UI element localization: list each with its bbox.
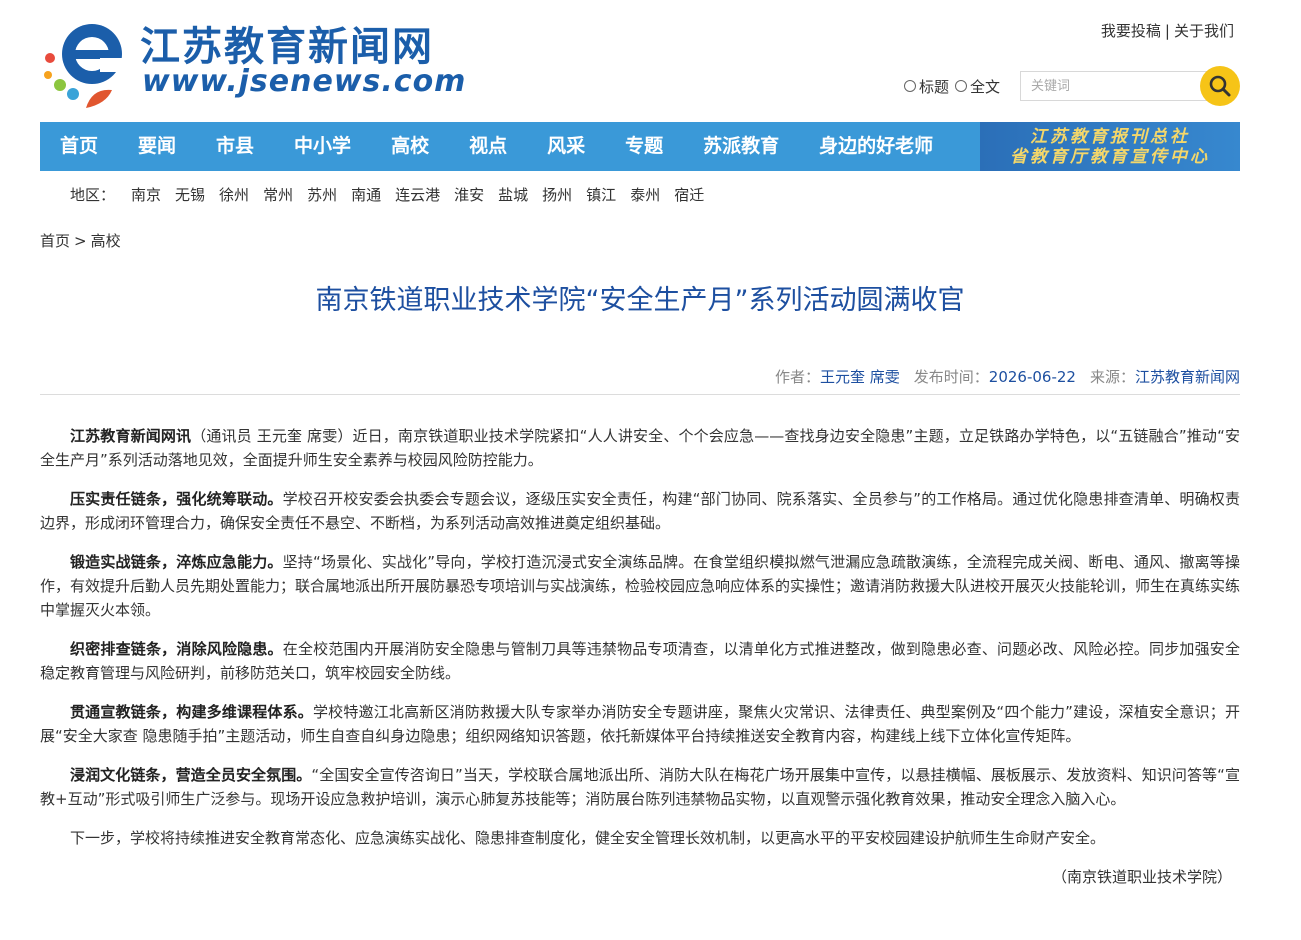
nav-item-home[interactable]: 首页 <box>40 122 118 171</box>
search-option-fulltext-label: 全文 <box>969 77 1000 96</box>
article-paragraph: 浸润文化链条，营造全员安全氛围。“全国安全宣传咨询日”当天，学校联合属地派出所、… <box>40 763 1240 811</box>
date-value: 2026-06-22 <box>988 368 1076 386</box>
main-nav: 首页 要闻 市县 中小学 高校 视点 风采 专题 苏派教育 身边的好老师 江苏教… <box>40 122 1240 171</box>
region-item-nantong[interactable]: 南通 <box>351 184 381 205</box>
date-label: 发布时间： <box>913 368 989 386</box>
nav-item-topics[interactable]: 专题 <box>605 122 683 171</box>
nav-banner-line-1: 江苏教育报刊总社 <box>1030 126 1190 147</box>
search-option-title[interactable]: 标题 <box>903 76 949 97</box>
article-paragraph: 锻造实战链条，淬炼应急能力。坚持“场景化、实战化”导向，学校打造沉浸式安全演练品… <box>40 550 1240 622</box>
region-item-zhenjiang[interactable]: 镇江 <box>586 184 616 205</box>
breadcrumb-home[interactable]: 首页 <box>40 232 70 250</box>
nav-banner[interactable]: 江苏教育报刊总社 省教育厅教育宣传中心 <box>980 122 1240 171</box>
paragraph-lead: 压实责任链条，强化统筹联动。 <box>70 490 283 508</box>
article-source-note: （南京铁道职业技术学院） <box>1051 868 1232 886</box>
region-bar: 地区： 南京 无锡 徐州 常州 苏州 南通 连云港 淮安 盐城 扬州 镇江 泰州… <box>70 184 718 205</box>
about-us-link[interactable]: 关于我们 <box>1174 22 1234 40</box>
submit-article-link[interactable]: 我要投稿 <box>1101 22 1161 40</box>
search-area: 标题 全文 <box>903 66 1240 106</box>
top-links: 我要投稿 | 关于我们 <box>1101 20 1234 41</box>
region-item-suqian[interactable]: 宿迁 <box>674 184 704 205</box>
search-option-fulltext[interactable]: 全文 <box>954 76 1000 97</box>
region-item-changzhou[interactable]: 常州 <box>263 184 293 205</box>
search-icon <box>1209 75 1231 97</box>
article-meta: 作者：王元奎 席雯 发布时间：2026-06-22 来源：江苏教育新闻网 <box>775 366 1240 387</box>
nav-item-news[interactable]: 要闻 <box>118 122 196 171</box>
search-input[interactable] <box>1020 71 1210 101</box>
region-item-yancheng[interactable]: 盐城 <box>498 184 528 205</box>
author-value: 王元奎 席雯 <box>819 368 900 386</box>
paragraph-lead: 锻造实战链条，淬炼应急能力。 <box>70 553 283 571</box>
site-logo-icon[interactable] <box>40 12 140 112</box>
article-paragraph: 下一步，学校将持续推进安全教育常态化、应急演练实战化、隐患排查制度化，健全安全管… <box>40 826 1240 850</box>
region-item-taizhou[interactable]: 泰州 <box>630 184 660 205</box>
top-links-divider: | <box>1164 22 1170 40</box>
meta-divider <box>40 394 1240 395</box>
paragraph-text: （通讯员 王元奎 席雯）近日，南京铁道职业技术学院紧扣“人人讲安全、个个会应急—… <box>40 427 1240 469</box>
radio-icon[interactable] <box>954 80 967 92</box>
region-item-wuxi[interactable]: 无锡 <box>175 184 205 205</box>
source-label: 来源： <box>1089 368 1135 386</box>
breadcrumb: 首页 > 高校 <box>40 230 121 251</box>
nav-item-cities[interactable]: 市县 <box>196 122 274 171</box>
nav-item-schools[interactable]: 中小学 <box>274 122 371 171</box>
paragraph-lead: 浸润文化链条，营造全员安全氛围。 <box>70 766 312 784</box>
author-label: 作者： <box>774 368 820 386</box>
paragraph-lead: 贯通宣教链条，构建多维课程体系。 <box>70 703 313 721</box>
nav-item-supai-education[interactable]: 苏派教育 <box>683 122 799 171</box>
radio-icon[interactable] <box>903 80 916 92</box>
nav-item-viewpoints[interactable]: 视点 <box>449 122 527 171</box>
paragraph-lead: 江苏教育新闻网讯 <box>70 427 192 445</box>
site-url[interactable]: www.jsenews.com <box>142 64 466 99</box>
article-paragraph: 织密排查链条，消除风险隐患。在全校范围内开展消防安全隐患与管制刀具等违禁物品专项… <box>40 637 1240 685</box>
nav-item-good-teachers[interactable]: 身边的好老师 <box>799 122 953 171</box>
region-item-suzhou[interactable]: 苏州 <box>307 184 337 205</box>
search-button[interactable] <box>1200 66 1240 106</box>
region-item-nanjing[interactable]: 南京 <box>131 184 161 205</box>
nav-item-universities[interactable]: 高校 <box>371 122 449 171</box>
region-item-yangzhou[interactable]: 扬州 <box>542 184 572 205</box>
article-body: 江苏教育新闻网讯（通讯员 王元奎 席雯）近日，南京铁道职业技术学院紧扣“人人讲安… <box>40 424 1240 904</box>
search-option-title-label: 标题 <box>918 77 949 96</box>
breadcrumb-separator: > <box>74 232 87 250</box>
nav-item-profiles[interactable]: 风采 <box>527 122 605 171</box>
region-item-huaian[interactable]: 淮安 <box>454 184 484 205</box>
region-label: 地区： <box>70 186 116 204</box>
nav-banner-line-2: 省教育厅教育宣传中心 <box>1010 146 1210 167</box>
paragraph-text: 下一步，学校将持续推进安全教育常态化、应急演练实战化、隐患排查制度化，健全安全管… <box>70 829 1106 847</box>
article-paragraph: 贯通宣教链条，构建多维课程体系。学校特邀江北高新区消防救援大队专家举办消防安全专… <box>40 700 1240 748</box>
region-item-lianyungang[interactable]: 连云港 <box>395 184 440 205</box>
region-item-xuzhou[interactable]: 徐州 <box>219 184 249 205</box>
article-paragraph: 江苏教育新闻网讯（通讯员 王元奎 席雯）近日，南京铁道职业技术学院紧扣“人人讲安… <box>40 424 1240 472</box>
article-title: 南京铁道职业技术学院“安全生产月”系列活动圆满收官 <box>315 285 965 316</box>
source-value[interactable]: 江苏教育新闻网 <box>1135 368 1240 386</box>
article-paragraph: 压实责任链条，强化统筹联动。学校召开校安委会执委会专题会议，逐级压实安全责任，构… <box>40 487 1240 535</box>
site-header: 江苏教育新闻网 www.jsenews.com 我要投稿 | 关于我们 标题 全文 <box>40 0 1240 122</box>
breadcrumb-universities[interactable]: 高校 <box>91 232 121 250</box>
paragraph-lead: 织密排查链条，消除风险隐患。 <box>70 640 283 658</box>
